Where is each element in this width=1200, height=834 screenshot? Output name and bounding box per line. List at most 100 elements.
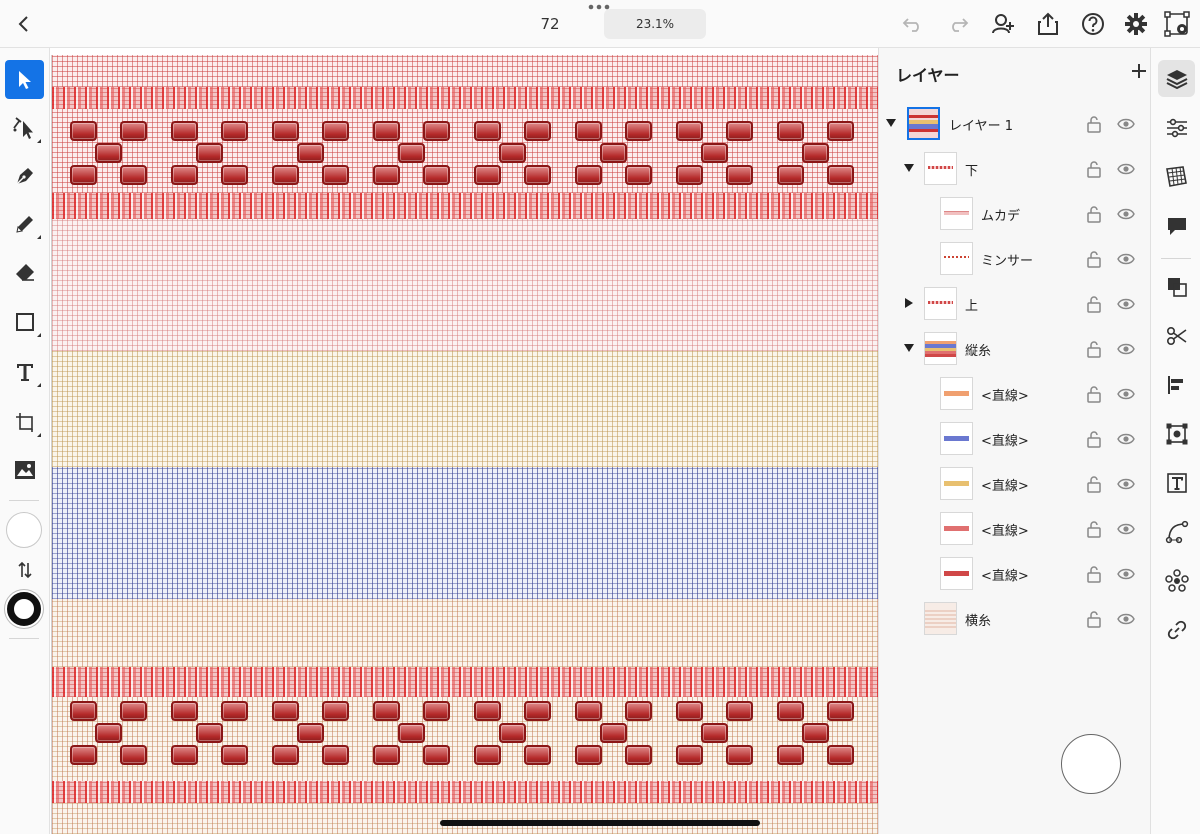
cut-button[interactable] — [1158, 317, 1195, 354]
shape-tool[interactable] — [5, 302, 44, 341]
mukade-stripe-band — [52, 781, 878, 803]
visibility-eye-icon[interactable] — [1116, 160, 1136, 178]
touch-modifier-button[interactable] — [1061, 734, 1121, 794]
visibility-eye-icon[interactable] — [1116, 115, 1136, 133]
expand-triangle-icon[interactable] — [903, 297, 915, 309]
visibility-eye-icon[interactable] — [1116, 565, 1136, 583]
swap-fill-stroke-button[interactable] — [5, 550, 44, 589]
share-button[interactable] — [1034, 10, 1062, 38]
pathfinder-button[interactable] — [1158, 268, 1195, 305]
layer-row-line-orange[interactable]: <直線> — [879, 372, 1151, 416]
layers-panel: レイヤー レイヤー 1 下 ムカデ ミンサー 上 縦糸 <直線> <直線> <直… — [878, 48, 1150, 834]
unlock-icon[interactable] — [1085, 564, 1103, 584]
unlock-icon[interactable] — [1085, 294, 1103, 314]
visibility-eye-icon[interactable] — [1116, 340, 1136, 358]
links-button[interactable] — [1158, 611, 1195, 648]
layer-row-line-red[interactable]: <直線> — [879, 552, 1151, 596]
transform-panel-button[interactable] — [1158, 415, 1195, 452]
type-panel-icon — [1166, 472, 1187, 493]
layer-name: <直線> — [981, 389, 1029, 404]
eraser-tool[interactable] — [5, 252, 44, 291]
unlock-icon[interactable] — [1085, 519, 1103, 539]
visibility-eye-icon[interactable] — [1116, 610, 1136, 628]
pencil-icon — [15, 215, 33, 233]
redo-button[interactable] — [944, 10, 972, 38]
image-tool[interactable] — [5, 450, 44, 489]
pen-tool[interactable] — [5, 156, 44, 195]
layer-row-ue[interactable]: 上 — [879, 282, 1151, 326]
layer-row-layer-1[interactable]: レイヤー 1 — [879, 102, 1151, 146]
type-panel-button[interactable] — [1158, 464, 1195, 501]
layer-row-mukade[interactable]: ムカデ — [879, 192, 1151, 236]
unlock-icon[interactable] — [1085, 474, 1103, 494]
visibility-eye-icon[interactable] — [1116, 295, 1136, 313]
unlock-icon[interactable] — [1085, 114, 1103, 134]
unlock-icon[interactable] — [1085, 159, 1103, 179]
comments-button[interactable] — [1158, 207, 1195, 244]
mukade-stripe-band — [52, 193, 878, 219]
layer-row-tateito[interactable]: 縦糸 — [879, 327, 1151, 371]
layer-row-line-blue[interactable]: <直線> — [879, 417, 1151, 461]
help-button[interactable] — [1079, 10, 1107, 38]
motif-block — [827, 121, 854, 141]
minsa-motif-row — [52, 701, 878, 767]
layer-row-shita[interactable]: 下 — [879, 147, 1151, 191]
unlock-icon[interactable] — [1085, 249, 1103, 269]
motif-block — [499, 723, 526, 743]
visibility-eye-icon[interactable] — [1116, 205, 1136, 223]
motif-block — [171, 701, 198, 721]
document-number[interactable]: 72 — [520, 15, 580, 33]
collapse-triangle-icon[interactable] — [903, 342, 915, 354]
align-button[interactable] — [1158, 366, 1195, 403]
path-preview-button[interactable] — [1163, 10, 1191, 38]
repeat-button[interactable] — [1158, 562, 1195, 599]
selection-tool[interactable] — [5, 60, 44, 99]
add-layer-button[interactable] — [1128, 60, 1150, 82]
undo-button[interactable] — [899, 10, 927, 38]
visibility-eye-icon[interactable] — [1116, 430, 1136, 448]
minsa-flower-motif — [676, 121, 760, 187]
scissors-icon — [1166, 326, 1186, 345]
motif-block — [524, 745, 551, 765]
visibility-eye-icon[interactable] — [1116, 385, 1136, 403]
motif-block — [575, 745, 602, 765]
invite-button[interactable] — [989, 10, 1017, 38]
motif-block — [272, 165, 299, 185]
properties-button[interactable] — [1158, 109, 1195, 146]
visibility-eye-icon[interactable] — [1116, 250, 1136, 268]
type-tool[interactable] — [5, 352, 44, 391]
minsa-flower-motif — [171, 701, 255, 767]
motif-block — [171, 745, 198, 765]
layer-row-line-pink[interactable]: <直線> — [879, 507, 1151, 551]
back-button[interactable] — [10, 10, 38, 38]
unlock-icon[interactable] — [1085, 384, 1103, 404]
direct-selection-tool[interactable] — [5, 108, 44, 147]
unlock-icon[interactable] — [1085, 339, 1103, 359]
layer-thumbnail — [940, 557, 973, 590]
fill-color-swatch[interactable] — [6, 512, 42, 548]
minsa-flower-motif — [575, 701, 659, 767]
stroke-color-swatch[interactable] — [7, 592, 41, 626]
visibility-eye-icon[interactable] — [1116, 520, 1136, 538]
layer-row-line-yellow[interactable]: <直線> — [879, 462, 1151, 506]
curve-button[interactable] — [1158, 513, 1195, 550]
collapse-triangle-icon[interactable] — [903, 162, 915, 174]
bezier-curve-icon — [1165, 520, 1188, 543]
unlock-icon[interactable] — [1085, 609, 1103, 629]
minsa-flower-motif — [474, 121, 558, 187]
zoom-level[interactable]: 23.1% — [604, 9, 706, 39]
settings-button[interactable] — [1122, 10, 1150, 38]
layer-row-yokoito[interactable]: 横糸 — [879, 597, 1151, 641]
visibility-eye-icon[interactable] — [1116, 475, 1136, 493]
collapse-triangle-icon[interactable] — [885, 117, 897, 129]
pencil-tool[interactable] — [5, 204, 44, 243]
layer-thumbnail — [940, 422, 973, 455]
artboard-canvas[interactable] — [51, 55, 878, 834]
layers-icon — [1166, 69, 1187, 89]
libraries-button[interactable] — [1158, 158, 1195, 195]
layers-panel-button[interactable] — [1158, 60, 1195, 97]
layer-row-minsa[interactable]: ミンサー — [879, 237, 1151, 281]
transform-tool[interactable] — [5, 402, 44, 441]
unlock-icon[interactable] — [1085, 204, 1103, 224]
unlock-icon[interactable] — [1085, 429, 1103, 449]
